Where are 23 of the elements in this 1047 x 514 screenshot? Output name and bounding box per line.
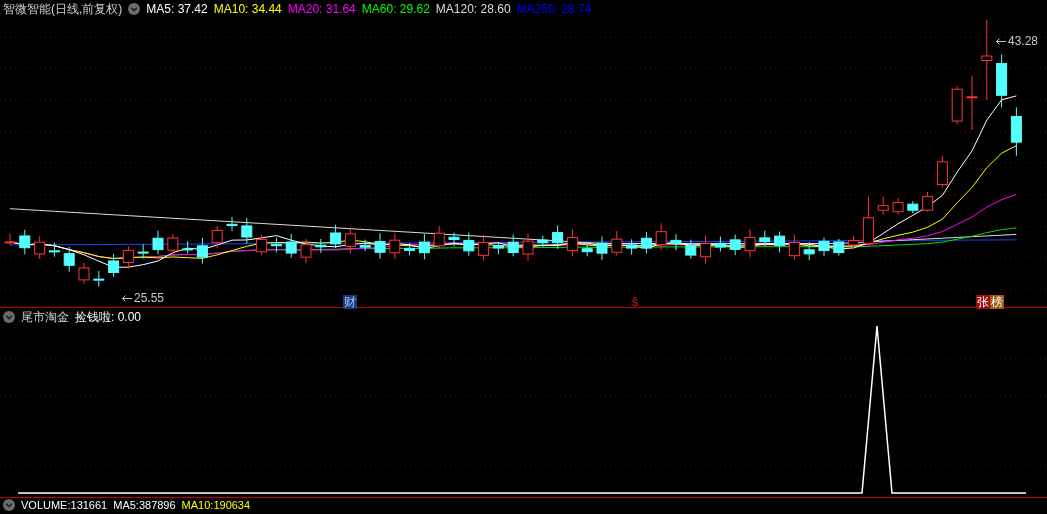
signal-marker: 财 (343, 295, 357, 309)
dropdown-icon[interactable] (3, 499, 15, 511)
volume-value: MA5:387896 (113, 497, 176, 513)
ma-value: MA120: 28.60 (435, 1, 511, 18)
ma-value: MA20: 31.64 (287, 1, 356, 18)
signal-marker: 榜 (990, 295, 1004, 309)
signal-marker: ŝ (631, 295, 639, 309)
dropdown-icon[interactable] (128, 3, 141, 15)
ma-value: MA60: 29.62 (361, 1, 430, 18)
leader-arrow-icon (996, 37, 1006, 45)
volume-value: VOLUME:131661 (21, 497, 108, 513)
leader-arrow-icon (122, 294, 132, 302)
ma-value: MA250: 28.74 (516, 1, 592, 18)
dropdown-icon[interactable] (3, 311, 15, 323)
chart-title: 智微智能(日线,前复权) (3, 1, 123, 18)
indicator-value: 捡钱啦: 0.00 (75, 309, 142, 326)
price-label: 25.55 (134, 290, 165, 307)
price-label: 43.28 (1008, 33, 1039, 50)
volume-value: MA10:190634 (181, 497, 251, 513)
ma-value: MA10: 34.44 (213, 1, 282, 18)
panel-title: 尾市淘金 (21, 309, 69, 326)
signal-marker: 张 (976, 295, 990, 309)
ma-value: MA5: 37.42 (146, 1, 208, 18)
